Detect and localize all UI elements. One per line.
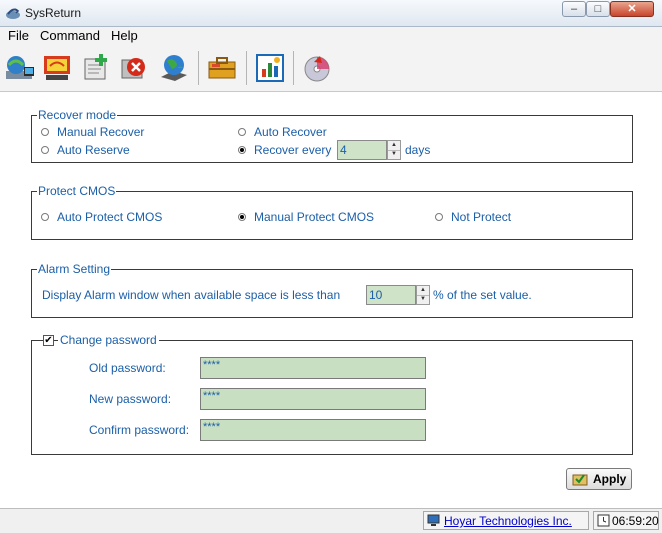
apply-button[interactable]: Apply [566,468,632,490]
recover-mode-label: Recover mode [37,108,118,122]
recover-every-label: Recover every [254,143,332,157]
alarm-text-after: % of the set value. [433,288,532,302]
protect-cmos-label: Protect CMOS [37,184,117,198]
spin-down-icon[interactable]: ▼ [417,295,429,304]
new-password-input[interactable]: **** [200,388,426,410]
toolbar-separator [198,51,199,85]
minimize-button[interactable]: – [562,1,586,17]
not-protect-radio[interactable] [435,213,443,221]
recover-days-input[interactable]: 4 [337,140,387,160]
menu-help[interactable]: Help [111,28,138,43]
manual-protect-cmos-label: Manual Protect CMOS [254,210,375,224]
window-title: SysReturn [25,6,82,20]
monitor-icon [427,514,440,526]
title-bar: SysReturn – □ ✕ [0,0,662,27]
company-link[interactable]: Hoyar Technologies Inc. [444,514,572,528]
maximize-button[interactable]: □ [586,1,610,17]
toolbar-separator [246,51,247,85]
not-protect-label: Not Protect [451,210,512,224]
menu-bar: File Command Help [0,27,662,45]
close-button[interactable]: ✕ [610,1,654,17]
manual-recover-radio[interactable] [41,128,49,136]
menu-command[interactable]: Command [40,28,100,43]
recover-every-radio[interactable] [238,146,246,154]
return-arrow-icon[interactable] [40,51,74,85]
add-document-icon[interactable] [79,51,113,85]
auto-reserve-label: Auto Reserve [57,143,130,157]
auto-recover-radio[interactable] [238,128,246,136]
new-password-label: New password: [89,392,172,406]
company-panel: Hoyar Technologies Inc. [423,511,589,530]
change-password-checkbox[interactable]: ✔ [43,335,54,346]
auto-protect-cmos-radio[interactable] [41,213,49,221]
confirm-password-input[interactable]: **** [200,419,426,441]
menu-file[interactable]: File [8,28,29,43]
chart-report-icon[interactable] [253,51,287,85]
status-time: 06:59:20 [612,514,659,528]
status-bar: Hoyar Technologies Inc. 06:59:20 [0,508,662,533]
briefcase-icon[interactable] [205,51,239,85]
auto-reserve-radio[interactable] [41,146,49,154]
apply-icon [572,474,588,486]
disc-recover-icon[interactable] [300,51,334,85]
clock-panel: 06:59:20 [593,511,659,530]
apply-label: Apply [593,472,627,486]
confirm-password-label: Confirm password: [89,423,190,437]
auto-recover-label: Auto Recover [254,125,327,139]
old-password-label: Old password: [89,361,166,375]
toolbar-separator [293,51,294,85]
days-label: days [405,143,431,157]
alarm-setting-label: Alarm Setting [37,262,112,276]
alarm-percent-input[interactable]: 10 [366,285,416,305]
network-icon[interactable] [3,51,37,85]
globe-install-icon[interactable] [157,51,191,85]
spin-down-icon[interactable]: ▼ [388,150,400,159]
toolbar [0,45,662,92]
manual-recover-label: Manual Recover [57,125,145,139]
alarm-percent-spinner[interactable]: ▲ ▼ [416,285,430,305]
change-password-label: Change password [58,333,159,347]
old-password-input[interactable]: **** [200,357,426,379]
app-icon [6,8,20,19]
delete-icon[interactable] [117,51,151,85]
auto-protect-cmos-label: Auto Protect CMOS [57,210,163,224]
alarm-text-before: Display Alarm window when available spac… [42,288,341,302]
recover-days-spinner[interactable]: ▲ ▼ [387,140,401,160]
clock-icon [597,514,610,527]
manual-protect-cmos-radio[interactable] [238,213,246,221]
